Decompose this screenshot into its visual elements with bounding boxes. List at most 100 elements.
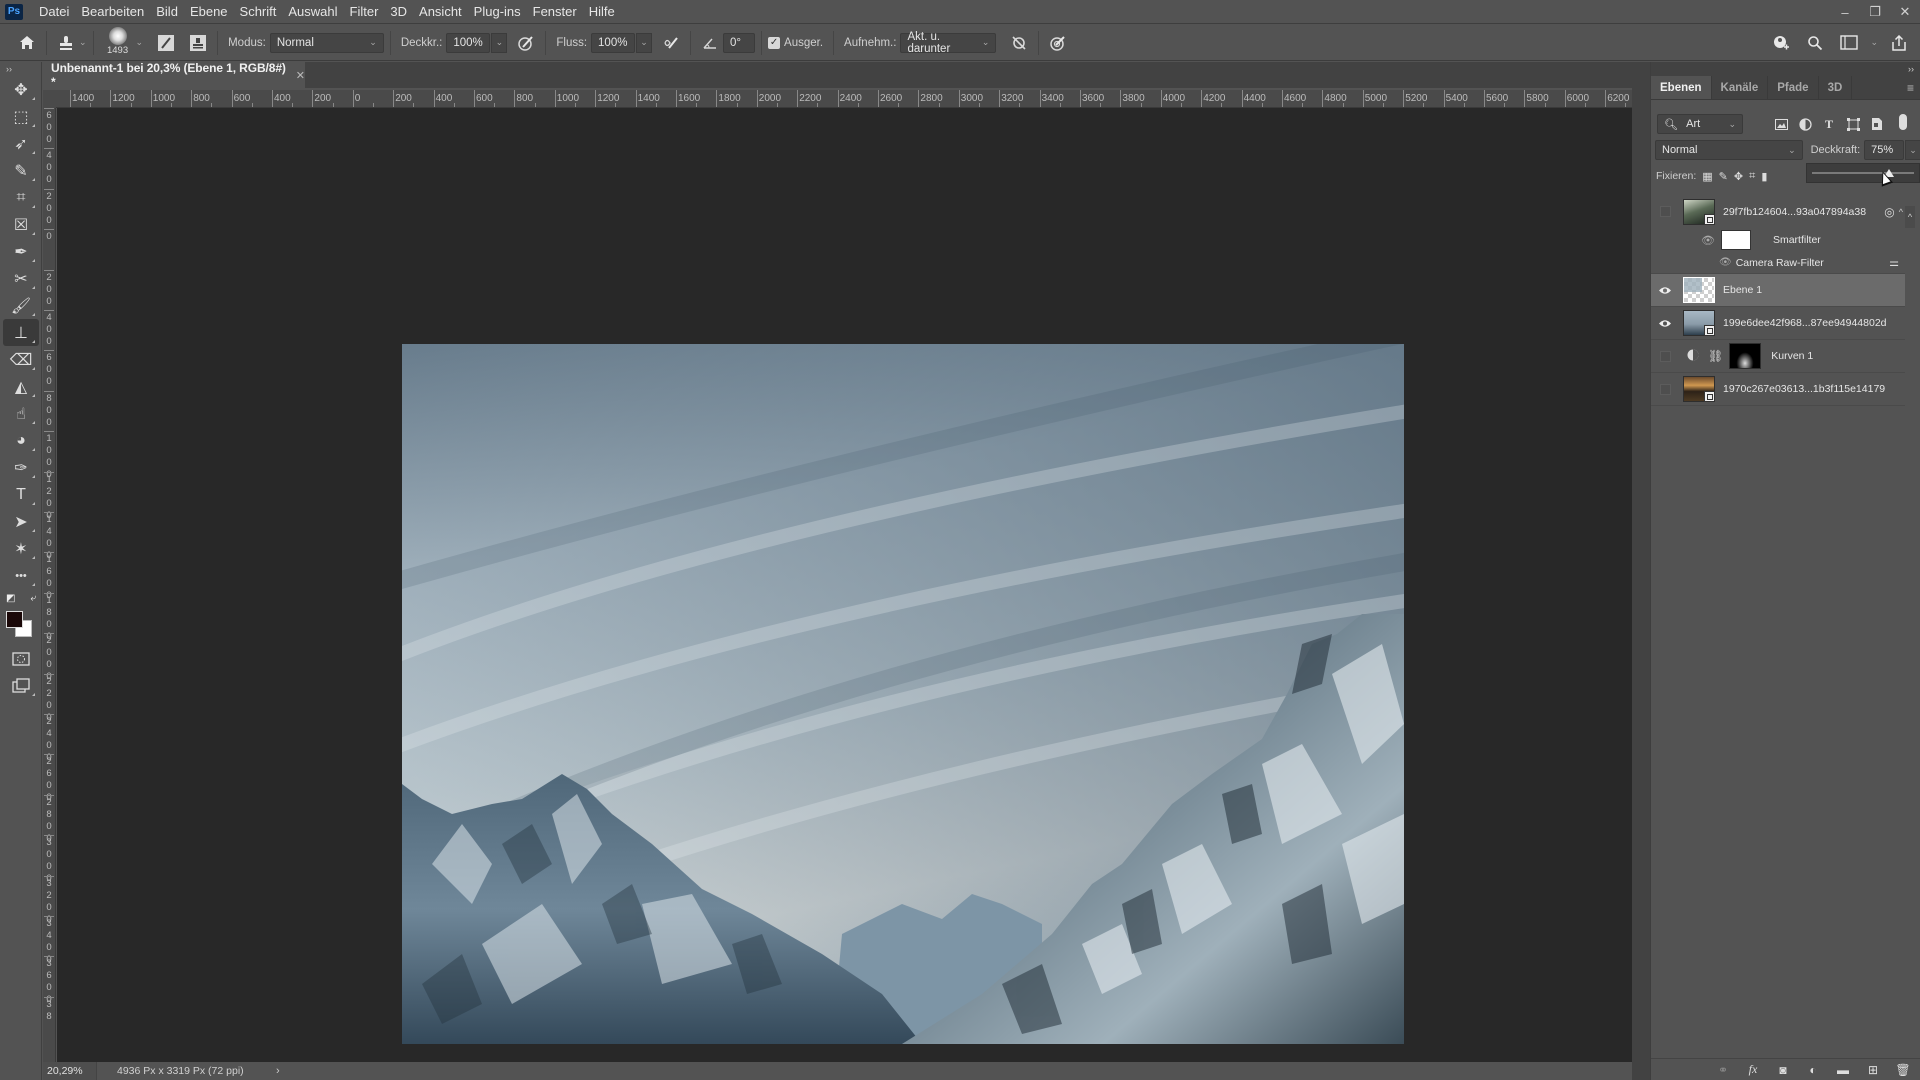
workspace-icon[interactable] — [1836, 30, 1862, 56]
pen-tool-icon[interactable]: ✑ — [3, 454, 39, 481]
menu-auswahl[interactable]: Auswahl — [282, 0, 343, 24]
link-icon[interactable]: ⛓︎ — [1708, 349, 1723, 363]
zoom-level-input[interactable]: 20,29% — [43, 1062, 97, 1080]
layer-row[interactable]: 1970c267e03613...1b3f115e14179 — [1651, 373, 1905, 406]
eye-icon[interactable]: 👁︎ — [1701, 234, 1715, 247]
layer-row[interactable]: 199e6dee42f968...87ee94944802d — [1651, 307, 1905, 340]
eye-icon[interactable]: 👁︎ — [1719, 257, 1732, 268]
ruler-origin[interactable] — [43, 90, 56, 108]
default-colors-icon[interactable]: ◩ — [6, 593, 15, 604]
minimize-button[interactable]: – — [1830, 0, 1860, 24]
menu-filter[interactable]: Filter — [344, 0, 385, 24]
aligned-checkbox[interactable]: ✓ — [768, 36, 781, 49]
sample-select[interactable]: Akt. u. darunter ⌄ — [900, 31, 997, 55]
type-tool-icon[interactable]: T — [3, 481, 39, 508]
vertical-ruler[interactable]: 600 400 200 0 200 400 600 800 1000 1200 1400 1600 18… — [43, 108, 56, 1062]
chevron-down-icon[interactable]: ⌄ — [136, 37, 144, 48]
path-selection-tool-icon[interactable]: ➤ — [3, 508, 39, 535]
quick-selection-tool-icon[interactable]: ✎ — [3, 157, 39, 184]
search-icon[interactable] — [1802, 30, 1828, 56]
menu-3d[interactable]: 3D — [384, 0, 413, 24]
layer-row-selected[interactable]: Ebene 1 — [1651, 274, 1905, 307]
horizontal-ruler[interactable]: 1400 1200 1000 800 600 400 200 0 200 400 600 800 100… — [56, 90, 1632, 108]
eraser-tool-icon[interactable]: ⌫ — [3, 346, 39, 373]
move-tool-icon[interactable]: ✥ — [3, 76, 39, 103]
more-tools-icon[interactable]: ••• — [3, 562, 39, 589]
lasso-tool-icon[interactable]: ➶ — [3, 130, 39, 157]
menu-ebene[interactable]: Ebene — [184, 0, 234, 24]
fx-icon[interactable]: fx — [1745, 1062, 1761, 1077]
panel-collapse-icon[interactable]: ›› — [1651, 62, 1920, 76]
smart-filter-row[interactable]: 👁︎ Smartfilter — [1651, 228, 1905, 252]
lock-artboard-icon[interactable]: ⌗ — [1749, 170, 1755, 183]
ignore-adjustment-layers-icon[interactable] — [1006, 30, 1032, 56]
airbrush-icon[interactable] — [658, 30, 684, 56]
layer-opacity-input[interactable]: 75% — [1864, 140, 1905, 160]
crop-tool-icon[interactable]: ⌗ — [3, 184, 39, 211]
layer-opacity-dropdown[interactable]: ⌄ — [1905, 140, 1920, 160]
blend-mode-select[interactable]: Normal ⌄ — [1655, 140, 1803, 160]
layer-row[interactable]: ⛓︎ Kurven 1 — [1651, 340, 1905, 373]
tab-pfade[interactable]: Pfade — [1768, 76, 1819, 99]
angle-input[interactable]: 0° — [723, 32, 756, 53]
flow-input[interactable]: 100% — [591, 32, 636, 53]
opacity-slider-track[interactable] — [1812, 172, 1914, 174]
lock-transparent-pixels-icon[interactable]: ▦ — [1702, 170, 1712, 183]
share-user-icon[interactable] — [1768, 30, 1794, 56]
collapse-chevron-icon[interactable]: ^ — [1899, 207, 1903, 217]
filter-shape-layers-icon[interactable] — [1843, 114, 1863, 134]
chevron-down-icon[interactable]: ⌄ — [79, 37, 87, 48]
new-group-icon[interactable]: ▬ — [1835, 1063, 1851, 1077]
filter-options-icon[interactable]: ⚌ — [1889, 256, 1899, 269]
tab-kanaele[interactable]: Kanäle — [1712, 76, 1769, 99]
lock-image-pixels-icon[interactable]: ✎ — [1719, 170, 1728, 183]
menu-ansicht[interactable]: Ansicht — [413, 0, 468, 24]
layer-filter-select[interactable]: 🔍︎ Art ⌄ — [1657, 114, 1743, 134]
filter-type-layers-icon[interactable]: T — [1819, 114, 1839, 134]
opacity-input[interactable]: 100% — [446, 32, 491, 53]
menu-plugins[interactable]: Plug-ins — [468, 0, 527, 24]
lock-position-icon[interactable]: ✥ — [1734, 170, 1743, 183]
layer-row[interactable]: 29f7fb124604...93a047894a38 ◎ ^ — [1651, 195, 1905, 228]
canvas-area[interactable] — [57, 108, 1632, 1062]
flow-dropdown[interactable]: ⌄ — [636, 32, 653, 53]
dodge-tool-icon[interactable]: ◕ — [3, 427, 39, 454]
filter-toggle-switch[interactable] — [1899, 114, 1907, 130]
visibility-toggle[interactable] — [1655, 195, 1675, 228]
tab-ebenen[interactable]: Ebenen — [1651, 76, 1712, 99]
menu-bild[interactable]: Bild — [150, 0, 184, 24]
visibility-toggle[interactable] — [1655, 340, 1675, 373]
marquee-tool-icon[interactable]: ⬚ — [3, 103, 39, 130]
new-layer-icon[interactable]: ⊞ — [1865, 1063, 1881, 1077]
healing-brush-tool-icon[interactable]: ✂ — [3, 265, 39, 292]
tool-preset-picker[interactable] — [53, 30, 79, 56]
swap-colors-icon[interactable]: ⤶ — [30, 593, 36, 604]
delete-layer-icon[interactable]: 🗑︎ — [1895, 1063, 1911, 1077]
menu-fenster[interactable]: Fenster — [527, 0, 583, 24]
panel-scrollbar[interactable]: ^ — [1905, 206, 1915, 228]
filter-smart-objects-icon[interactable] — [1867, 114, 1887, 134]
brush-preset-picker[interactable]: 1493 — [100, 26, 136, 60]
eye-icon[interactable] — [1655, 274, 1675, 307]
clone-stamp-tool-icon[interactable]: ⊥ — [3, 319, 39, 346]
toolbar-collapse-icon[interactable]: ›› — [0, 62, 41, 76]
paint-bucket-tool-icon[interactable]: ◭ — [3, 373, 39, 400]
visibility-toggle[interactable] — [1655, 373, 1675, 406]
add-mask-icon[interactable]: ◙ — [1775, 1063, 1791, 1077]
clone-source-panel-icon[interactable] — [185, 30, 211, 56]
eye-icon[interactable] — [1655, 307, 1675, 340]
opacity-dropdown[interactable]: ⌄ — [491, 32, 508, 53]
chevron-down-icon[interactable]: ⌄ — [1870, 37, 1878, 48]
frame-tool-icon[interactable]: ☒ — [3, 211, 39, 238]
restore-button[interactable]: ❐ — [1860, 0, 1890, 24]
menu-bearbeiten[interactable]: Bearbeiten — [75, 0, 150, 24]
smart-filters-icon[interactable]: ◎ — [1884, 205, 1894, 219]
pressure-size-icon[interactable] — [1045, 30, 1071, 56]
filter-pixel-layers-icon[interactable] — [1771, 114, 1791, 134]
panel-menu-icon[interactable]: ≡ — [1907, 76, 1920, 99]
screen-mode-icon[interactable] — [3, 672, 39, 699]
close-document-icon[interactable]: ✕ — [296, 69, 305, 82]
menu-schrift[interactable]: Schrift — [234, 0, 283, 24]
foreground-color-swatch[interactable] — [6, 611, 23, 628]
tab-3d[interactable]: 3D — [1819, 76, 1853, 99]
